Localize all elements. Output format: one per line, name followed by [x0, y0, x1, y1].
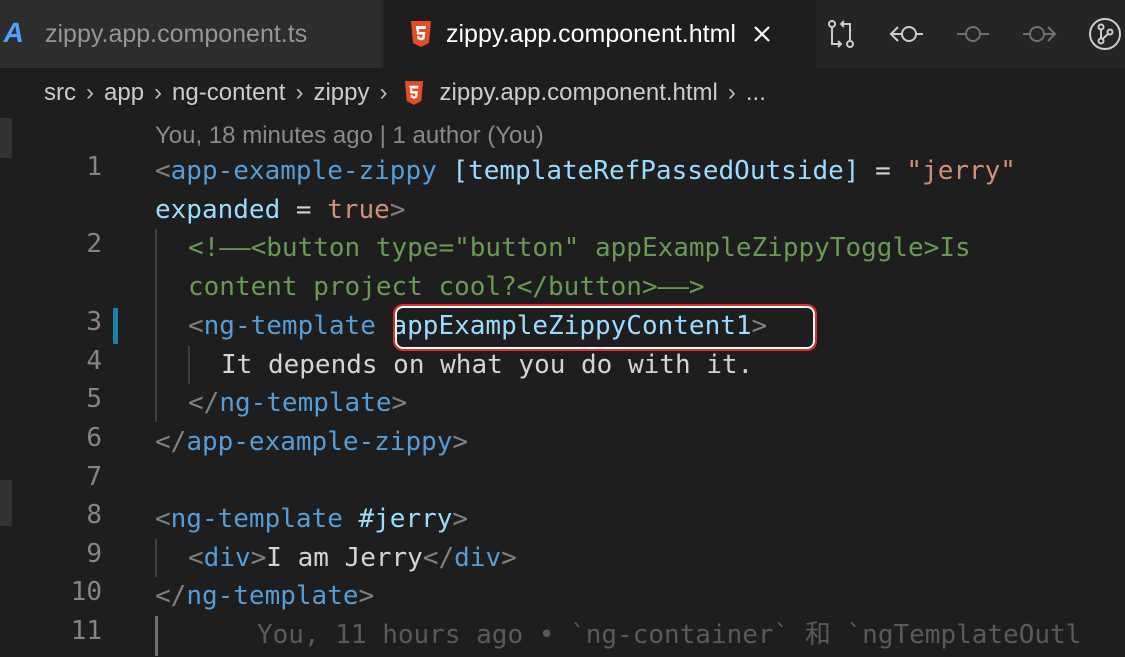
token: > [389, 195, 406, 225]
line-number: 4 [86, 346, 102, 376]
token: div [203, 543, 251, 573]
token: < [155, 156, 171, 186]
indent-guide [155, 539, 157, 577]
line-number: 9 [86, 539, 102, 569]
line-number: 10 [70, 577, 102, 607]
chevron-right-icon: › [727, 79, 736, 106]
token: div [454, 543, 502, 573]
blame-codelens[interactable]: You, 18 minutes ago | 1 author (You) [155, 122, 544, 150]
breadcrumb-item-zippy[interactable]: zippy [313, 79, 369, 107]
line-number: 1 [86, 152, 102, 182]
line-number: 3 [86, 307, 102, 337]
code-line-1: <app-example-zippy [templateRefPassedOut… [155, 152, 1016, 190]
line-number: 5 [86, 384, 102, 414]
token: = [280, 195, 328, 225]
code-line-2: <!——<button type="button" appExampleZipp… [188, 233, 971, 263]
git-commit-icon [957, 26, 989, 42]
token: ng-template [203, 311, 376, 341]
previous-change-icon [889, 26, 923, 42]
code-line-4: It depends on what you do with it. [221, 350, 754, 380]
previous-change-button[interactable] [887, 14, 927, 54]
token: < [188, 543, 204, 573]
breadcrumb: src › app › ng-content › zippy › zippy.a… [0, 68, 1125, 118]
token: app-example-zippy [170, 156, 437, 186]
token: "jerry" [906, 156, 1016, 186]
strip-mark [0, 480, 12, 526]
token: true [327, 195, 390, 225]
tab-zippy-html[interactable]: zippy.app.component.html [384, 0, 816, 68]
token: ng-template [186, 581, 359, 611]
token: expanded [155, 195, 281, 225]
breadcrumb-item-src[interactable]: src [44, 79, 76, 107]
breadcrumb-item-ng-content[interactable]: ng-content [172, 79, 285, 107]
code-line-8: <ng-template #jerry> [155, 500, 468, 538]
tab-label: zippy.app.component.ts [45, 19, 308, 48]
indent-guide [188, 346, 190, 384]
indent-guide [155, 229, 157, 422]
html5-icon [411, 21, 431, 47]
line-number: 11 [70, 616, 102, 646]
token: </ [188, 388, 220, 418]
token: </ [155, 581, 187, 611]
token: > [250, 543, 267, 573]
git-commit-button[interactable] [953, 14, 993, 54]
token: > [501, 543, 517, 573]
token: app-example-zippy [186, 427, 453, 457]
next-change-icon [1023, 26, 1057, 42]
line-number: 2 [86, 229, 102, 259]
line-number: 7 [86, 462, 102, 492]
chevron-right-icon: › [295, 79, 304, 106]
highlight-annotation [393, 304, 817, 351]
code-line-5: </ng-template> [188, 384, 407, 422]
token: > [391, 388, 408, 418]
tab-bar: A zippy.app.component.ts zippy.app.compo… [0, 0, 1125, 68]
tab-label: zippy.app.component.html [446, 19, 736, 48]
token: < [188, 311, 204, 341]
breadcrumb-item-app[interactable]: app [104, 79, 144, 107]
line-number: 6 [86, 423, 102, 453]
code-line-1-wrap: expanded = true> [155, 191, 405, 229]
token: > [452, 504, 469, 534]
token: I am Jerry [266, 543, 423, 573]
token: < [155, 504, 171, 534]
editor-actions [799, 14, 1125, 54]
token: > [452, 427, 469, 457]
breadcrumb-item-file[interactable]: zippy.app.component.html [440, 79, 718, 107]
chevron-right-icon: › [154, 79, 163, 106]
breadcrumb-item-more[interactable]: ... [746, 79, 766, 107]
token: </ [422, 543, 455, 573]
left-strip [0, 118, 12, 657]
angular-icon: A [1, 17, 28, 48]
token: = [859, 156, 907, 186]
line-number: 8 [86, 500, 102, 530]
git-graph-icon [1089, 18, 1121, 50]
strip-mark [0, 118, 12, 158]
code-line-2-wrap: content project cool?</button>——> [188, 272, 705, 302]
code-line-10: </ng-template> [155, 577, 374, 615]
next-change-button[interactable] [1019, 14, 1059, 54]
token: ng-template [170, 504, 343, 534]
tab-zippy-ts[interactable]: A zippy.app.component.ts [0, 0, 382, 68]
token: > [358, 581, 375, 611]
html5-icon [404, 81, 423, 105]
git-graph-button[interactable] [1085, 14, 1125, 54]
compare-changes-button[interactable] [821, 14, 861, 54]
chevron-right-icon: › [379, 79, 388, 106]
token: [templateRefPassedOutside] [452, 156, 860, 186]
compare-changes-icon [828, 20, 854, 48]
chevron-right-icon: › [86, 79, 94, 106]
code-line-9: <div>I am Jerry</div> [188, 539, 517, 577]
inline-blame-annotation: You, 11 hours ago • `ng-container` 和 `ng… [257, 620, 1082, 650]
close-icon[interactable] [752, 24, 772, 44]
git-modified-marker [113, 308, 118, 344]
code-line-6: </app-example-zippy> [155, 423, 468, 461]
indent-guide [155, 616, 158, 656]
token: ng-template [219, 388, 392, 418]
token: #jerry [358, 504, 453, 534]
token: </ [155, 427, 187, 457]
